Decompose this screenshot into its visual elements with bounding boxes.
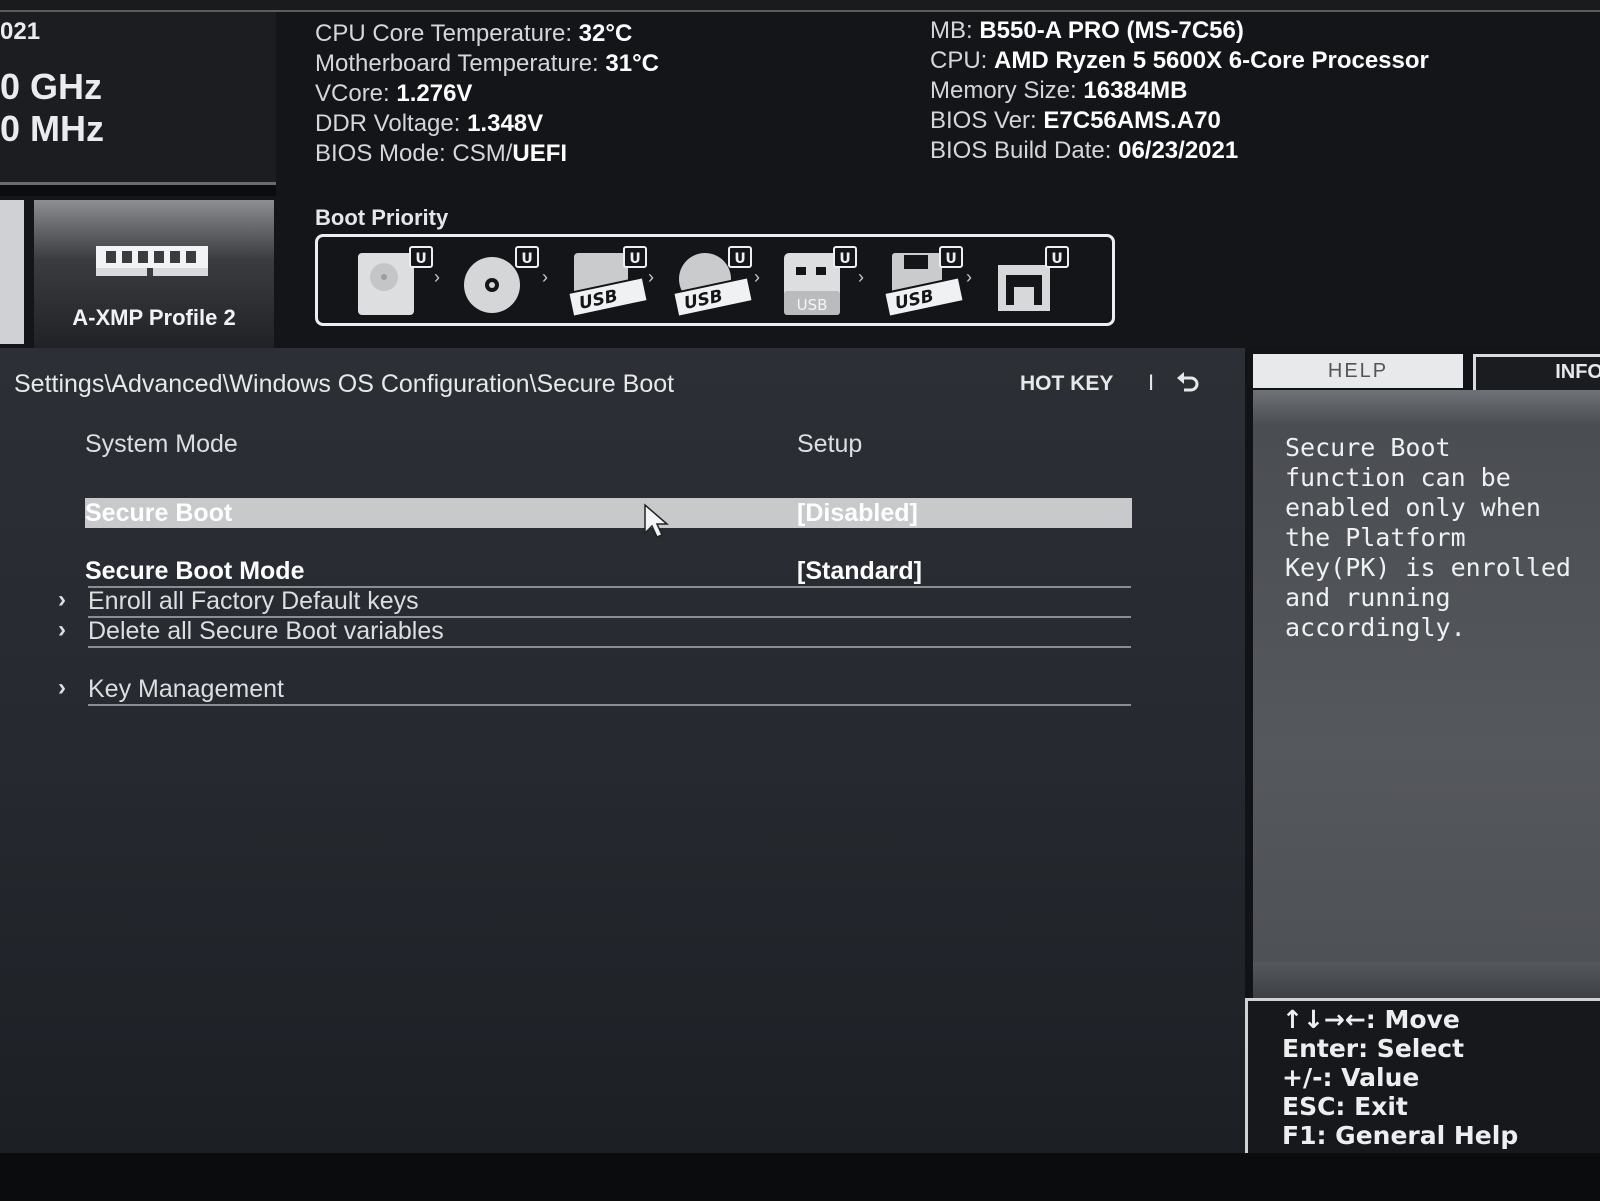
help-text: Secure Boot function can be enabled only… [1285, 433, 1571, 642]
system-mode-value: Setup [797, 430, 863, 458]
key-help: F1: General Help [1282, 1121, 1519, 1150]
chevron-right-icon: › [58, 674, 66, 701]
boot-device-3[interactable]: USB U [567, 245, 650, 318]
svg-text:U: U [629, 251, 640, 267]
svg-text:USB: USB [797, 296, 828, 314]
cpu-line: CPU: AMD Ryzen 5 5600X 6-Core Processor [930, 47, 1429, 74]
bios-ver-line: BIOS Ver: E7C56AMS.A70 [930, 107, 1221, 134]
back-icon[interactable] [1175, 370, 1201, 394]
boot-device-6[interactable]: USB U [883, 245, 966, 318]
mouse-cursor-icon [644, 503, 670, 538]
row-divider [88, 704, 1131, 706]
boot-priority-bar: U › U › USB U › USB U › USB U › USB U › … [315, 234, 1115, 326]
usb-floppy-icon: USB U [883, 246, 965, 318]
boot-priority-title: Boot Priority [315, 205, 449, 230]
svg-text:U: U [415, 251, 426, 267]
top-bezel [0, 0, 1600, 12]
secure-boot-mode-label: Secure Boot Mode [85, 557, 305, 585]
game-boost-tab[interactable] [0, 200, 24, 344]
delete-vars-item[interactable]: Delete all Secure Boot variables [88, 617, 444, 646]
date-fragment: 021 [0, 18, 41, 45]
hotkey-separator: I [1148, 370, 1155, 395]
usb-key-icon: USB U [784, 246, 857, 315]
boot-device-4[interactable]: USB U [672, 245, 755, 318]
axmp-label: A-XMP Profile 2 [72, 305, 236, 330]
secure-boot-row[interactable] [85, 498, 1132, 528]
system-mode-label: System Mode [85, 430, 238, 458]
svg-text:U: U [1051, 251, 1062, 267]
bottom-bezel [0, 1153, 1600, 1201]
boot-arrow-2: › [542, 267, 548, 287]
boot-arrow-6: › [966, 267, 972, 287]
bios-date-line: BIOS Build Date: 06/23/2021 [930, 137, 1239, 164]
boot-arrow-3: › [648, 267, 654, 287]
breadcrumb: Settings\Advanced\Windows OS Configurati… [14, 370, 675, 398]
usb-optical-disc-icon: USB U [672, 246, 754, 318]
secure-boot-value[interactable]: [Disabled] [797, 499, 918, 528]
boot-arrow-4: › [754, 267, 760, 287]
key-select: Enter: Select [1282, 1034, 1465, 1063]
cpu-temp-line: CPU Core Temperature: 32°C [315, 20, 633, 47]
memory-size-line: Memory Size: 16384MB [930, 77, 1188, 104]
svg-text:U: U [521, 251, 532, 267]
boot-device-1[interactable]: U [354, 245, 436, 317]
boot-device-5[interactable]: USB U [778, 245, 860, 317]
usb-hard-disk-icon: USB U [567, 246, 649, 318]
enroll-keys-item[interactable]: Enroll all Factory Default keys [88, 587, 419, 616]
mb-line: MB: B550-A PRO (MS-7C56) [930, 17, 1244, 44]
svg-text:U: U [839, 251, 850, 267]
network-icon: U [998, 246, 1069, 311]
tab-info[interactable]: INFO [1473, 354, 1600, 394]
hotkey-button[interactable]: HOT KEY [1020, 372, 1113, 396]
settings-panel [0, 348, 1245, 1153]
secure-boot-mode-value[interactable]: [Standard] [797, 557, 922, 586]
boot-arrow-1: › [434, 267, 440, 287]
boot-device-7[interactable]: U [990, 245, 1072, 317]
boot-arrow-5: › [858, 267, 864, 287]
key-move: ↑↓→←: Move [1282, 1005, 1460, 1034]
chevron-right-icon: › [58, 616, 66, 643]
optical-disc-icon: U [464, 246, 539, 313]
key-management-item[interactable]: Key Management [88, 675, 284, 704]
tab-help[interactable]: HELP [1253, 354, 1463, 388]
hard-disk-icon: U [358, 246, 433, 315]
memory-module-icon [96, 246, 208, 276]
cpu-speed: 0 GHz [0, 66, 103, 107]
key-exit: ESC: Exit [1282, 1092, 1408, 1121]
ddr-speed: 0 MHz [0, 108, 105, 149]
row-divider [88, 646, 1131, 648]
vcore-line: VCore: 1.276V [315, 80, 473, 107]
bios-mode-line: BIOS Mode: CSM/UEFI [315, 140, 568, 167]
secure-boot-label: Secure Boot [85, 499, 233, 527]
ddr-voltage-line: DDR Voltage: 1.348V [315, 110, 544, 137]
help-scroll-down[interactable] [1253, 962, 1600, 998]
help-scroll-up[interactable] [1253, 390, 1600, 424]
mb-temp-line: Motherboard Temperature: 31°C [315, 50, 660, 77]
chevron-right-icon: › [58, 586, 66, 613]
boot-device-2[interactable]: U [460, 245, 542, 317]
svg-text:U: U [734, 251, 745, 267]
key-value: +/-: Value [1282, 1063, 1420, 1092]
svg-text:U: U [945, 251, 956, 267]
